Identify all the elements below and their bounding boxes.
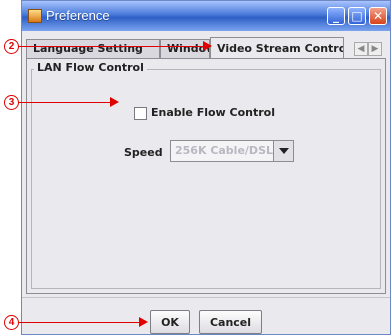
chevron-down-icon[interactable]: [273, 141, 293, 161]
button-bar: OK Cancel: [22, 297, 390, 336]
ok-button[interactable]: OK: [150, 310, 190, 334]
close-button[interactable]: ✕: [369, 7, 387, 25]
callout-2: 2: [4, 39, 19, 54]
callout-3: 3: [4, 95, 19, 110]
callout-4-arrow-icon: [139, 317, 148, 327]
maximize-button[interactable]: □: [348, 7, 366, 25]
callout-4: 4: [4, 315, 19, 330]
speed-label: Speed: [124, 146, 163, 159]
cancel-button[interactable]: Cancel: [199, 310, 262, 334]
callout-2-arrow-icon: [203, 41, 212, 51]
callout-4-line: [18, 322, 140, 323]
callout-2-line: [18, 46, 204, 47]
app-icon: [28, 9, 42, 23]
tab-content-panel: LAN Flow Control Enable Flow Control Spe…: [26, 58, 386, 294]
speed-selected-value: 256K Cable/DSL: [175, 144, 273, 157]
enable-flow-control-label[interactable]: Enable Flow Control: [151, 106, 275, 119]
minimize-button[interactable]: _: [327, 7, 345, 25]
group-title: LAN Flow Control: [34, 61, 147, 74]
speed-select[interactable]: 256K Cable/DSL: [170, 140, 294, 162]
tab-video-stream-control[interactable]: Video Stream Control: [210, 37, 344, 59]
tab-language-setting[interactable]: Language Setting: [26, 39, 160, 58]
callout-3-arrow-icon: [110, 97, 119, 107]
enable-flow-control-checkbox[interactable]: [134, 107, 147, 120]
window-title: Preference: [46, 8, 110, 23]
tab-scroll-left-icon[interactable]: ◀: [354, 42, 368, 56]
callout-3-line: [18, 102, 111, 103]
tab-scroll-right-icon[interactable]: ▶: [368, 42, 382, 56]
title-bar[interactable]: Preference _ □ ✕: [22, 1, 390, 31]
